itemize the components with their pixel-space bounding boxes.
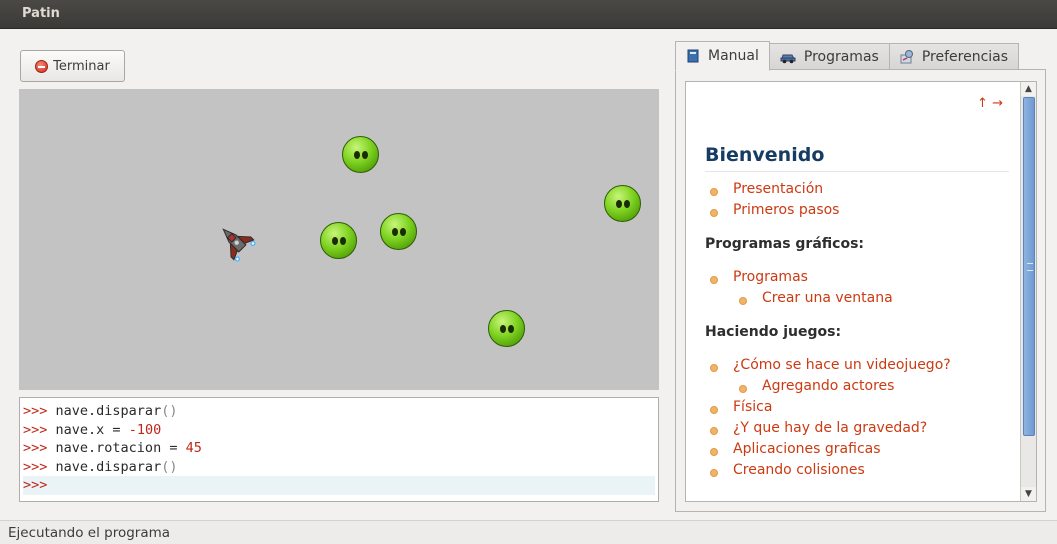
console-input-line[interactable]: >>> [23,476,655,495]
tab-label: Programas [803,49,879,65]
console-line: >>> nave.disparar() [23,458,178,475]
tab-preferencias[interactable]: Preferencias [888,43,1020,71]
divider [705,171,1009,172]
scrollbar-thumb[interactable] [1023,97,1035,436]
tab-label: Manual [708,48,759,64]
nav-next-link[interactable]: → [992,96,1003,111]
nav-up-link[interactable]: ↑ [977,96,988,111]
link-presentacion[interactable]: Presentación [709,181,823,197]
alien-actor[interactable] [604,185,641,222]
help-nav: ↑ → [977,96,1003,111]
terminar-label: Terminar [53,58,110,74]
link-agregando-actores[interactable]: Agregando actores [738,378,894,394]
alien-actor[interactable] [320,222,357,259]
title-bar: Patin [0,0,1057,29]
console-line: >>> nave.rotacion = 45 [23,440,202,456]
terminar-button[interactable]: Terminar [20,50,125,82]
help-scrollbar[interactable]: ▲ ▼ [1020,82,1036,501]
preferences-icon [900,50,913,64]
side-tabs: Manual Programas Preferencias [675,41,1020,71]
console-line: >>> nave.disparar() [23,403,178,419]
game-canvas[interactable] [19,89,659,390]
scroll-up-arrow-icon[interactable]: ▲ [1021,82,1036,96]
link-creando-colisiones[interactable]: Creando colisiones [710,462,865,478]
tab-programas[interactable]: Programas [768,43,890,71]
alien-actor[interactable] [380,213,417,250]
status-bar: Ejecutando el programa [0,520,1057,544]
book-icon [687,49,699,63]
link-programas[interactable]: Programas [710,269,808,285]
stop-icon [35,59,49,73]
link-crear-ventana[interactable]: Crear una ventana [739,290,893,306]
window-title: Patin [22,6,60,21]
help-browser[interactable]: ↑ → Bienvenido Presentación Primeros pas… [685,81,1037,502]
main-content: Terminar >>> nave.disparar() >>> nave.x … [0,29,1057,520]
tab-label: Preferencias [921,49,1009,65]
scroll-down-arrow-icon[interactable]: ▼ [1021,487,1036,501]
car-icon [780,54,796,64]
link-fisica[interactable]: Física [709,399,772,415]
help-title: Bienvenido [705,144,825,166]
alien-actor[interactable] [342,136,379,173]
status-text: Ejecutando el programa [8,525,171,541]
alien-actor[interactable] [488,310,525,347]
console-line: >>> nave.x = -100 [23,421,162,438]
spaceship-actor[interactable] [215,221,257,263]
link-videojuego[interactable]: ¿Cómo se hace un videojuego? [710,357,951,373]
link-gravedad[interactable]: ¿Y que hay de la gravedad? [709,420,927,436]
section-heading-graphics: Programas gráficos: [705,236,864,252]
tab-manual[interactable]: Manual [675,41,770,71]
section-heading-games: Haciendo juegos: [705,324,842,340]
link-primeros-pasos[interactable]: Primeros pasos [709,202,839,218]
link-aplicaciones-graficas[interactable]: Aplicaciones graficas [710,441,881,457]
manual-panel: ↑ → Bienvenido Presentación Primeros pas… [675,69,1046,512]
python-console[interactable]: >>> nave.disparar() >>> nave.x = -100 >>… [19,397,659,502]
